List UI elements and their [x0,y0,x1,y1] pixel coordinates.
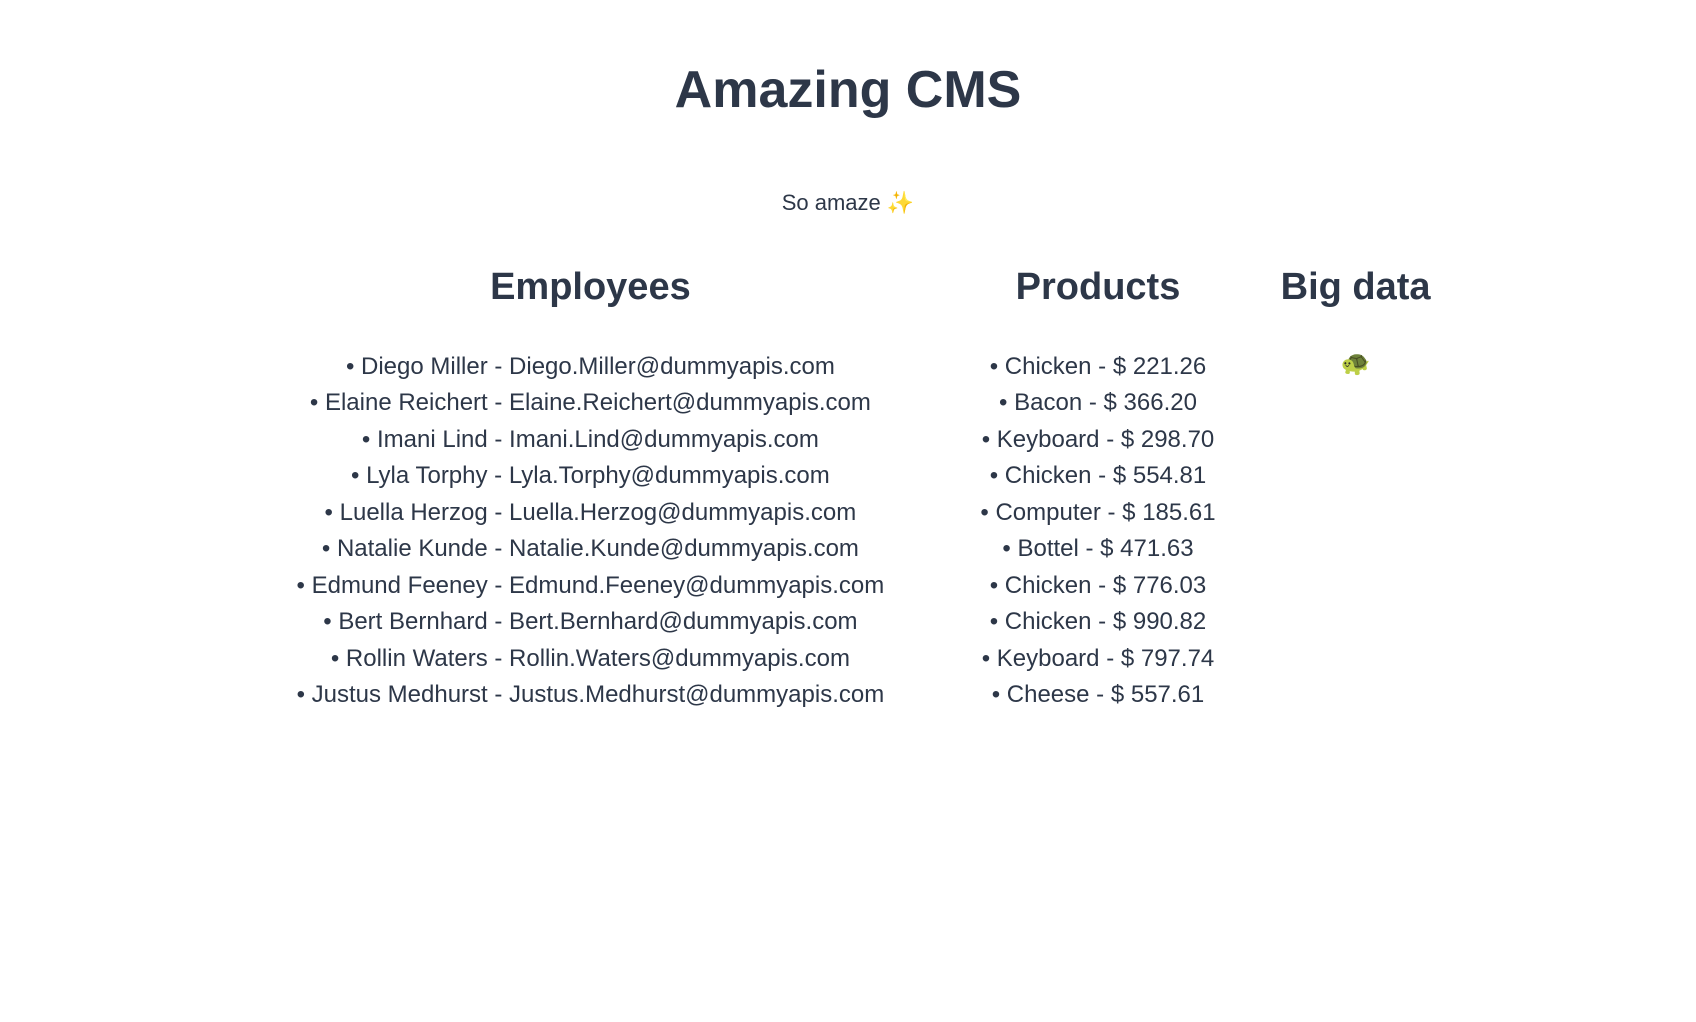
list-item: Natalie Kunde - Natalie.Kunde@dummyapis.… [250,531,930,567]
list-item: Keyboard - $ 298.70 [980,422,1215,458]
list-item: Lyla Torphy - Lyla.Torphy@dummyapis.com [250,458,930,494]
page-subtitle: So amaze ✨ [0,190,1696,216]
employees-section: Employees Diego Miller - Diego.Miller@du… [250,266,930,714]
list-item: Chicken - $ 990.82 [980,604,1215,640]
employees-heading: Employees [250,266,930,309]
list-item: Bert Bernhard - Bert.Bernhard@dummyapis.… [250,604,930,640]
columns-container: Employees Diego Miller - Diego.Miller@du… [0,266,1696,714]
list-item: Computer - $ 185.61 [980,495,1215,531]
bigdata-section: Big data 🐢 [1266,266,1446,378]
bigdata-heading: Big data [1266,266,1446,309]
products-section: Products Chicken - $ 221.26 Bacon - $ 36… [980,266,1215,714]
employees-list: Diego Miller - Diego.Miller@dummyapis.co… [250,349,930,714]
list-item: Imani Lind - Imani.Lind@dummyapis.com [250,422,930,458]
list-item: Justus Medhurst - Justus.Medhurst@dummya… [250,677,930,713]
list-item: Luella Herzog - Luella.Herzog@dummyapis.… [250,495,930,531]
list-item: Chicken - $ 776.03 [980,568,1215,604]
list-item: Keyboard - $ 797.74 [980,641,1215,677]
products-heading: Products [980,266,1215,309]
list-item: Bottel - $ 471.63 [980,531,1215,567]
list-item: Rollin Waters - Rollin.Waters@dummyapis.… [250,641,930,677]
list-item: Chicken - $ 554.81 [980,458,1215,494]
list-item: Chicken - $ 221.26 [980,349,1215,385]
list-item: Bacon - $ 366.20 [980,385,1215,421]
list-item: Diego Miller - Diego.Miller@dummyapis.co… [250,349,930,385]
turtle-icon: 🐢 [1266,349,1446,378]
page-title: Amazing CMS [0,60,1696,120]
list-item: Elaine Reichert - Elaine.Reichert@dummya… [250,385,930,421]
products-list: Chicken - $ 221.26 Bacon - $ 366.20 Keyb… [980,349,1215,714]
list-item: Edmund Feeney - Edmund.Feeney@dummyapis.… [250,568,930,604]
list-item: Cheese - $ 557.61 [980,677,1215,713]
